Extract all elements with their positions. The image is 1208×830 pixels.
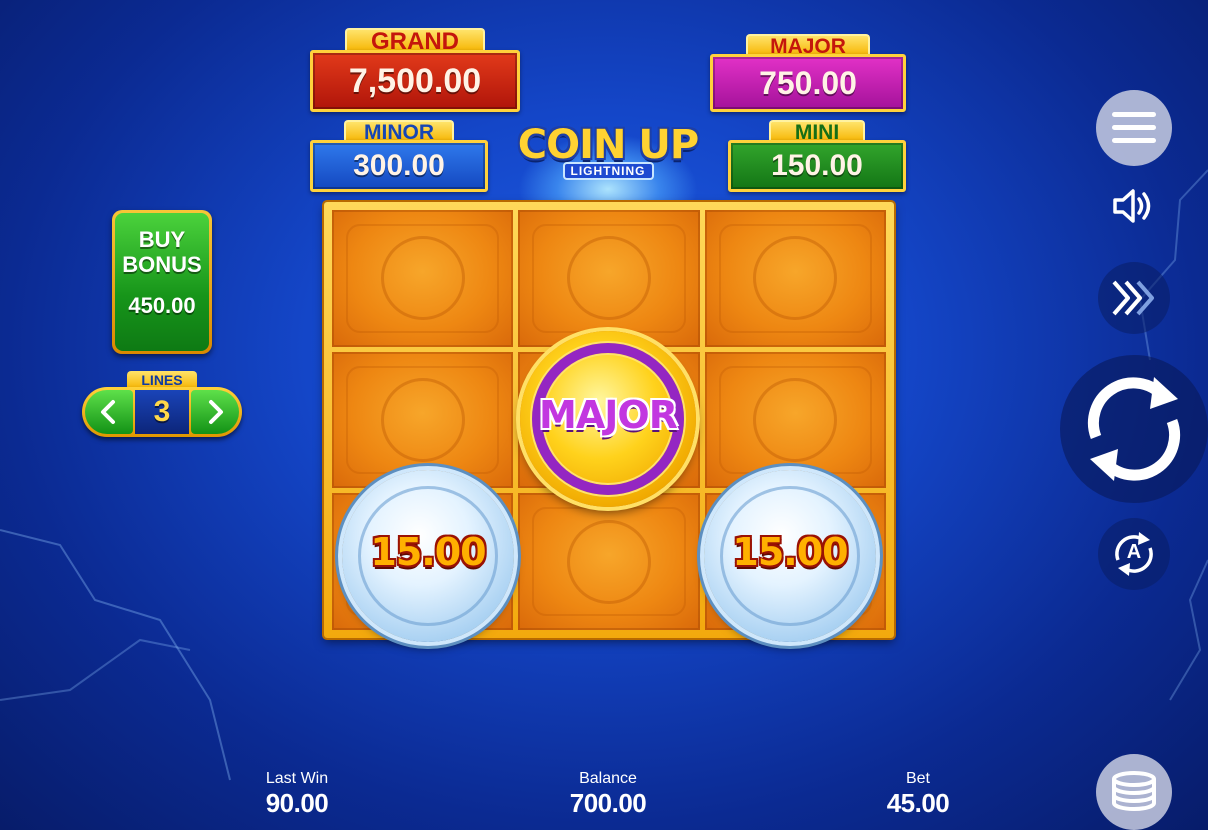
spin-arrows-icon	[1087, 377, 1181, 481]
bet-settings-button[interactable]	[1096, 754, 1172, 830]
jackpot-major-value: 750.00	[710, 54, 906, 112]
last-win-value: 90.00	[265, 788, 329, 818]
bet-stat[interactable]: Bet 45.00	[838, 770, 998, 819]
balance-label: Balance	[579, 770, 637, 787]
major-coin-label: MAJOR	[539, 393, 678, 437]
jackpot-mini-value: 150.00	[728, 140, 906, 192]
fast-forward-icon	[1112, 280, 1154, 316]
game-logo: COIN UP LIGHTNING	[512, 100, 704, 244]
reel-cell	[518, 493, 700, 630]
jackpot-mini: MINI 150.00	[728, 120, 906, 194]
value-coin-label: 15.00	[732, 530, 848, 574]
jackpot-mini-label: MINI	[769, 120, 865, 144]
bet-label: Bet	[905, 770, 930, 787]
buy-bonus-title-line1: BUY	[138, 227, 186, 252]
reel-cell	[332, 351, 514, 489]
reel-cell	[704, 210, 886, 347]
sound-button[interactable]	[1106, 178, 1162, 234]
jackpot-minor-label: MINOR	[344, 120, 454, 144]
balance-stat: Balance 700.00	[528, 770, 688, 819]
jackpot-major-label: MAJOR	[746, 34, 870, 58]
reel-cell	[332, 210, 514, 347]
value-coin: 15.00	[704, 470, 876, 642]
jackpot-major: MAJOR 750.00	[710, 34, 906, 114]
coin-stack-icon	[1112, 771, 1156, 811]
value-coin-label: 15.00	[370, 530, 486, 574]
menu-button[interactable]	[1096, 90, 1172, 166]
autoplay-button[interactable]: A	[1098, 518, 1170, 590]
autoplay-letter: A	[1126, 541, 1142, 563]
jackpot-grand-value: 7,500.00	[310, 50, 520, 112]
buy-bonus-button[interactable]: BUY BONUS 450.00	[112, 210, 212, 354]
jackpot-minor: MINOR 300.00	[310, 120, 488, 194]
logo-subtitle: LIGHTNING	[562, 162, 654, 180]
major-jackpot-coin: MAJOR	[520, 331, 696, 507]
speaker-icon	[1113, 189, 1151, 223]
last-win-stat: Last Win 90.00	[217, 770, 377, 819]
chevron-left-icon	[101, 400, 115, 424]
chevron-right-icon	[209, 400, 223, 424]
buy-bonus-price: 450.00	[128, 293, 196, 318]
lines-increase-button[interactable]	[191, 390, 239, 434]
lines-decrease-button[interactable]	[85, 390, 133, 434]
buy-bonus-title-line2: BONUS	[122, 252, 202, 277]
hamburger-icon	[1112, 112, 1156, 143]
jackpot-minor-value: 300.00	[310, 140, 488, 192]
jackpot-grand: GRAND 7,500.00	[310, 28, 520, 114]
jackpot-grand-label: GRAND	[345, 28, 485, 54]
lines-selector: LINES 3	[82, 370, 242, 440]
lines-value: 3	[135, 390, 189, 434]
value-coin: 15.00	[342, 470, 514, 642]
reel-cell	[518, 210, 700, 347]
balance-value: 700.00	[569, 788, 647, 818]
reel-cell	[704, 351, 886, 489]
spin-button[interactable]	[1060, 355, 1208, 503]
bet-value: 45.00	[886, 788, 950, 818]
turbo-button[interactable]	[1098, 262, 1170, 334]
last-win-label: Last Win	[265, 770, 329, 787]
